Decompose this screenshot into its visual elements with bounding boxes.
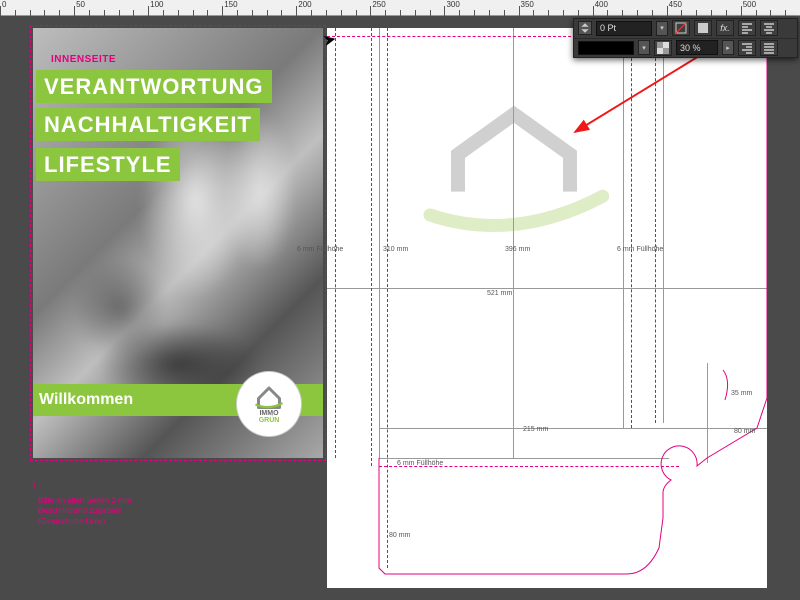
bleed-note-l2: Beschnittrand zugeben! [38, 506, 131, 516]
align-right-button[interactable] [738, 40, 756, 56]
panel-row-stroke: 0 Pt ▾ fx. [574, 19, 797, 38]
workspace: INNENSEITE VERANTWORTUNG NACHHALTIGKEIT … [0, 16, 800, 600]
checker-button[interactable] [654, 40, 672, 56]
fill-swatch[interactable] [578, 41, 634, 55]
bleed-note: ↓ Bitte an allen Seiten 2 mm Beschnittra… [38, 496, 131, 527]
down-arrow-icon: ↓ [32, 478, 37, 491]
stroke-weight-field[interactable]: 0 Pt [596, 21, 652, 36]
no-fill-button[interactable] [672, 20, 690, 36]
stroke-weight-dropdown[interactable]: ▾ [656, 21, 668, 36]
solid-fill-button[interactable] [694, 20, 712, 36]
bleed-note-l3: (Gestrichelte Linie) [38, 517, 131, 527]
fx-button[interactable]: fx. [716, 20, 734, 36]
page-right [327, 28, 767, 588]
control-panel: 0 Pt ▾ fx. ▾ 30 % ▸ [573, 18, 798, 58]
bleed-note-l1: Bitte an allen Seiten 2 mm [38, 496, 131, 506]
align-left-button[interactable] [738, 20, 756, 36]
document-spread: INNENSEITE VERANTWORTUNG NACHHALTIGKEIT … [30, 28, 770, 588]
opacity-field[interactable]: 30 % [676, 40, 718, 55]
opacity-dropdown[interactable]: ▸ [722, 40, 734, 55]
panel-row-fill: ▾ 30 % ▸ [574, 38, 797, 57]
align-justify-button[interactable] [760, 40, 778, 56]
stroke-weight-stepper[interactable] [578, 21, 592, 35]
align-center-button[interactable] [760, 20, 778, 36]
fill-swatch-dropdown[interactable]: ▾ [638, 40, 650, 55]
ruler-horizontal: 050100150200250300350400450500 [0, 0, 800, 16]
bleed-outline-left [30, 25, 326, 461]
